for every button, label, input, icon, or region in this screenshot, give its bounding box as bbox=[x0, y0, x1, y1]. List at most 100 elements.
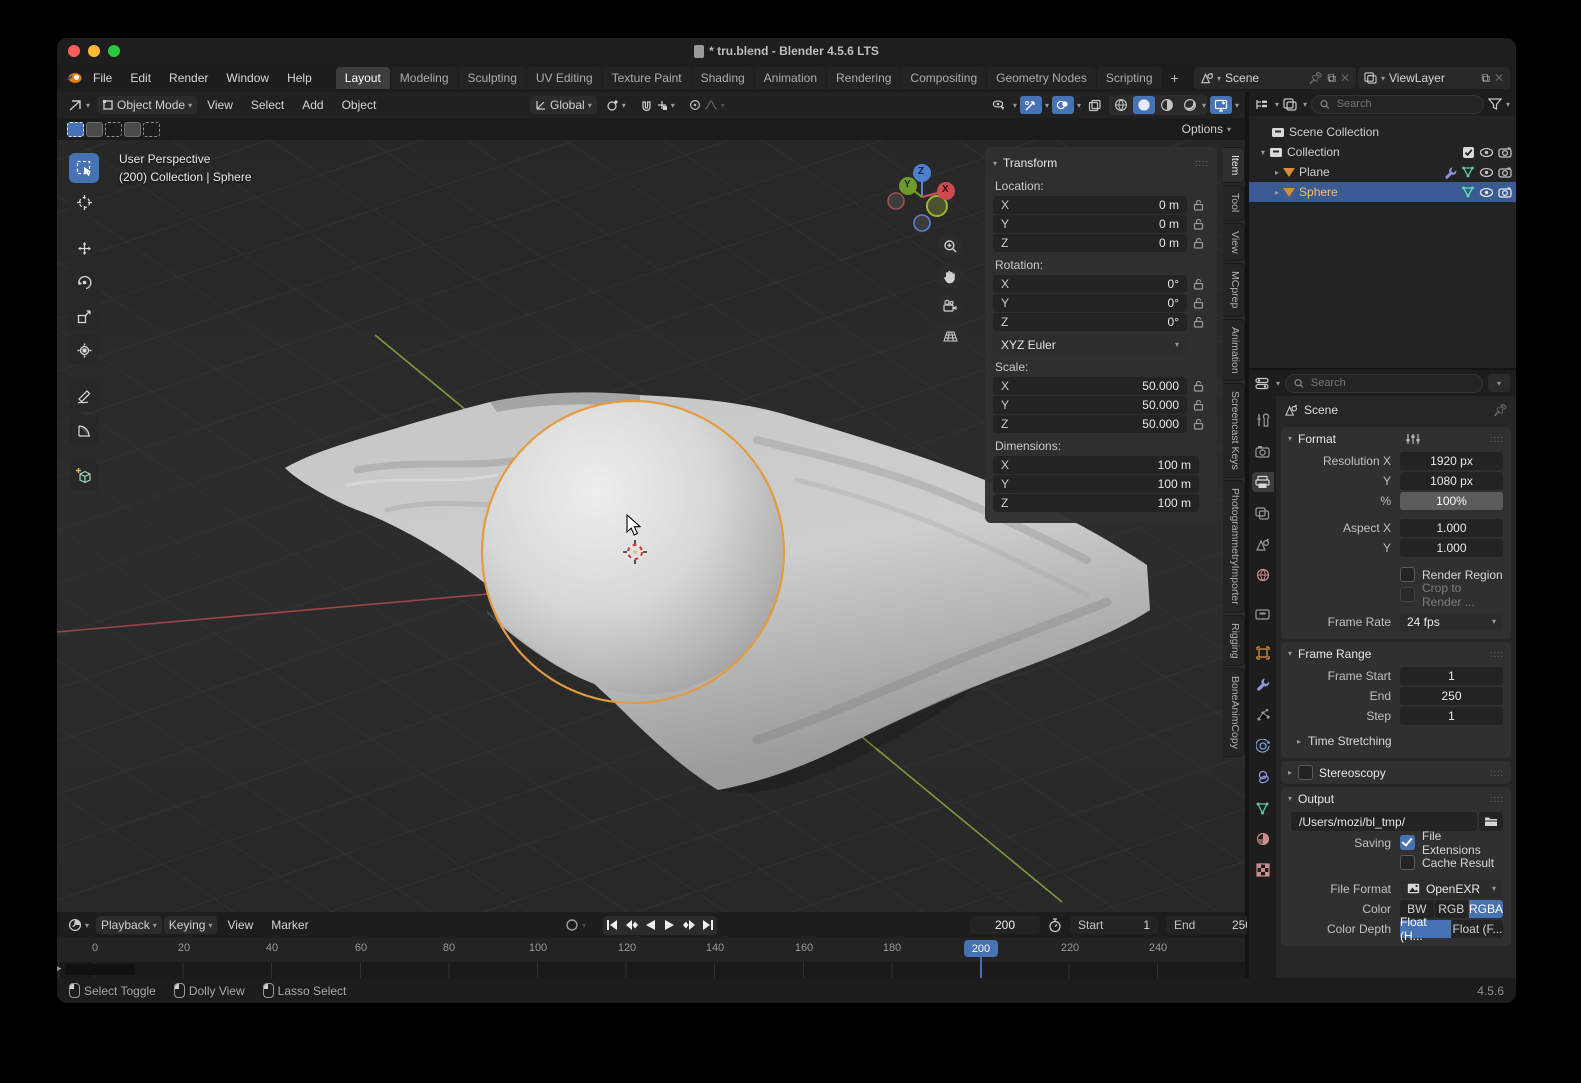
scene-selector[interactable]: ▾ Scene 📌︎ ⧉ ✕ bbox=[1194, 67, 1356, 89]
aspect-y-field[interactable]: 1.000 bbox=[1400, 539, 1503, 557]
resolution-percent-slider[interactable]: 100% bbox=[1400, 492, 1503, 510]
tab-texture-properties[interactable] bbox=[1252, 860, 1274, 880]
color-rgba-option[interactable]: RGBA bbox=[1469, 900, 1503, 918]
jump-to-end-button[interactable] bbox=[698, 916, 717, 935]
menu-render[interactable]: Render bbox=[161, 68, 216, 88]
tab-animation[interactable]: Animation bbox=[755, 67, 826, 89]
mode-selector[interactable]: Object Mode▾ bbox=[97, 96, 197, 114]
properties-options-dropdown[interactable]: ▾ bbox=[1488, 374, 1510, 392]
outliner-row-collection[interactable]: ▾ Collection bbox=[1249, 142, 1516, 162]
tab-mcprep[interactable]: MCprep bbox=[1223, 263, 1245, 316]
depth-half-option[interactable]: Float (H... bbox=[1400, 920, 1451, 938]
timeline-marker-menu[interactable]: Marker bbox=[263, 915, 316, 935]
xray-toggle[interactable] bbox=[1084, 96, 1106, 114]
resolution-y-field[interactable]: 1080 px bbox=[1400, 472, 1503, 490]
lock-icon[interactable] bbox=[1187, 278, 1209, 290]
navigation-gizmo[interactable]: Z Y X bbox=[880, 155, 964, 239]
frame-start-field[interactable]: Start1 bbox=[1070, 916, 1158, 934]
rotation-mode-dropdown[interactable]: XYZ Euler▾ bbox=[993, 335, 1187, 354]
editor-type-button[interactable]: ▾ bbox=[63, 97, 95, 114]
tab-bone-anim-copy[interactable]: BoneAnimCopy bbox=[1223, 668, 1245, 757]
location-y-field[interactable]: Y0 m bbox=[993, 215, 1187, 233]
format-panel-header[interactable]: ▾Format :::: bbox=[1281, 427, 1511, 450]
transform-tool[interactable] bbox=[69, 335, 99, 365]
prev-keyframe-button[interactable] bbox=[622, 916, 641, 935]
menu-window[interactable]: Window bbox=[218, 68, 277, 88]
chevron-down-icon[interactable]: ▾ bbox=[1275, 100, 1279, 109]
frame-end-field[interactable]: 250 bbox=[1400, 687, 1503, 705]
stereoscopy-panel-header[interactable]: ▸ Stereoscopy :::: bbox=[1281, 761, 1511, 784]
tab-material-properties[interactable] bbox=[1252, 829, 1274, 849]
lock-icon[interactable] bbox=[1187, 399, 1209, 411]
viewlayer-selector[interactable]: ▾ ViewLayer ⧉ ✕ bbox=[1358, 67, 1510, 89]
keying-menu[interactable]: Keying▾ bbox=[164, 916, 218, 934]
measure-tool[interactable] bbox=[69, 415, 99, 445]
tab-scene-properties[interactable] bbox=[1252, 534, 1274, 554]
frame-range-panel-header[interactable]: ▾Frame Range :::: bbox=[1281, 642, 1511, 665]
tab-texture-paint[interactable]: Texture Paint bbox=[603, 67, 691, 89]
tab-uv-editing[interactable]: UV Editing bbox=[527, 67, 602, 89]
output-panel-header[interactable]: ▾Output :::: bbox=[1281, 787, 1511, 810]
tab-shading[interactable]: Shading bbox=[692, 67, 754, 89]
menu-edit[interactable]: Edit bbox=[122, 68, 159, 88]
pin-icon[interactable]: 📌︎ bbox=[1493, 403, 1508, 417]
show-overlays-toggle[interactable] bbox=[1052, 96, 1074, 114]
scale-x-field[interactable]: X50.000 bbox=[993, 377, 1187, 395]
menu-help[interactable]: Help bbox=[279, 68, 320, 88]
menu-file[interactable]: File bbox=[85, 68, 120, 88]
dimensions-x-field[interactable]: X100 m bbox=[993, 456, 1199, 474]
add-workspace-button[interactable]: + bbox=[1163, 68, 1187, 88]
hide-eye-icon[interactable] bbox=[1479, 187, 1494, 198]
file-extensions-checkbox[interactable] bbox=[1400, 835, 1415, 850]
cache-result-checkbox[interactable] bbox=[1400, 855, 1415, 870]
options-dropdown[interactable]: Options▾ bbox=[1176, 120, 1237, 138]
lock-icon[interactable] bbox=[1187, 380, 1209, 392]
lock-icon[interactable] bbox=[1187, 199, 1209, 211]
file-format-dropdown[interactable]: OpenEXR▾ bbox=[1400, 880, 1503, 898]
menu-select[interactable]: Select bbox=[243, 95, 292, 115]
ortho-perspective-button[interactable] bbox=[937, 323, 963, 349]
dimensions-y-field[interactable]: Y100 m bbox=[993, 475, 1199, 493]
chevron-down-icon[interactable]: ▾ bbox=[1303, 100, 1307, 109]
tab-world-properties[interactable] bbox=[1252, 565, 1274, 585]
lock-icon[interactable] bbox=[1187, 297, 1209, 309]
frame-rate-dropdown[interactable]: 24 fps▾ bbox=[1400, 613, 1503, 631]
location-x-field[interactable]: X0 m bbox=[993, 196, 1187, 214]
tab-geometry-nodes[interactable]: Geometry Nodes bbox=[987, 67, 1096, 89]
zoom-view-button[interactable] bbox=[937, 233, 963, 259]
add-primitive-tool[interactable] bbox=[69, 461, 99, 491]
scale-y-field[interactable]: Y50.000 bbox=[993, 396, 1187, 414]
chevron-down-icon[interactable]: ▾ bbox=[1276, 379, 1280, 388]
tab-scripting[interactable]: Scripting bbox=[1097, 67, 1162, 89]
tab-view[interactable]: View bbox=[1223, 223, 1245, 262]
location-z-field[interactable]: Z0 m bbox=[993, 234, 1187, 252]
checkbox-icon[interactable] bbox=[1462, 146, 1475, 159]
new-scene-icon[interactable]: ⧉ bbox=[1327, 71, 1336, 86]
lock-icon[interactable] bbox=[1187, 316, 1209, 328]
resolution-x-field[interactable]: 1920 px bbox=[1400, 452, 1503, 470]
shading-wireframe-button[interactable] bbox=[1110, 96, 1132, 114]
render-region-checkbox[interactable] bbox=[1400, 567, 1415, 582]
tab-view-layer-properties[interactable] bbox=[1252, 503, 1274, 523]
tab-particle-properties[interactable] bbox=[1252, 705, 1274, 725]
tab-constraint-properties[interactable] bbox=[1252, 767, 1274, 787]
camera-visibility-icon[interactable] bbox=[1498, 187, 1512, 198]
menu-object[interactable]: Object bbox=[334, 95, 385, 115]
lock-icon[interactable] bbox=[1187, 218, 1209, 230]
select-mode-extend-button[interactable] bbox=[86, 122, 103, 137]
menu-add[interactable]: Add bbox=[294, 95, 331, 115]
select-mode-invert-button[interactable] bbox=[124, 122, 141, 137]
viewport-display-dropdown[interactable]: ▾ bbox=[1235, 101, 1239, 110]
transform-panel-header[interactable]: ▾ Transform :::: bbox=[993, 153, 1209, 173]
channel-expand-icon[interactable]: ▸ bbox=[57, 963, 62, 974]
tab-screencast-keys[interactable]: Screencast Keys bbox=[1223, 383, 1245, 478]
outliner-row-plane[interactable]: ▸ Plane bbox=[1249, 162, 1516, 182]
tab-object-properties[interactable] bbox=[1252, 643, 1274, 663]
current-frame-field[interactable]: 200 bbox=[970, 916, 1040, 934]
camera-visibility-icon[interactable] bbox=[1498, 147, 1512, 158]
rotate-tool[interactable] bbox=[69, 267, 99, 297]
rotation-x-field[interactable]: X0° bbox=[993, 275, 1187, 293]
outliner-search-input[interactable] bbox=[1335, 97, 1475, 111]
pivot-point-selector[interactable]: ▾ bbox=[601, 97, 631, 114]
tab-output-properties[interactable] bbox=[1252, 472, 1274, 492]
